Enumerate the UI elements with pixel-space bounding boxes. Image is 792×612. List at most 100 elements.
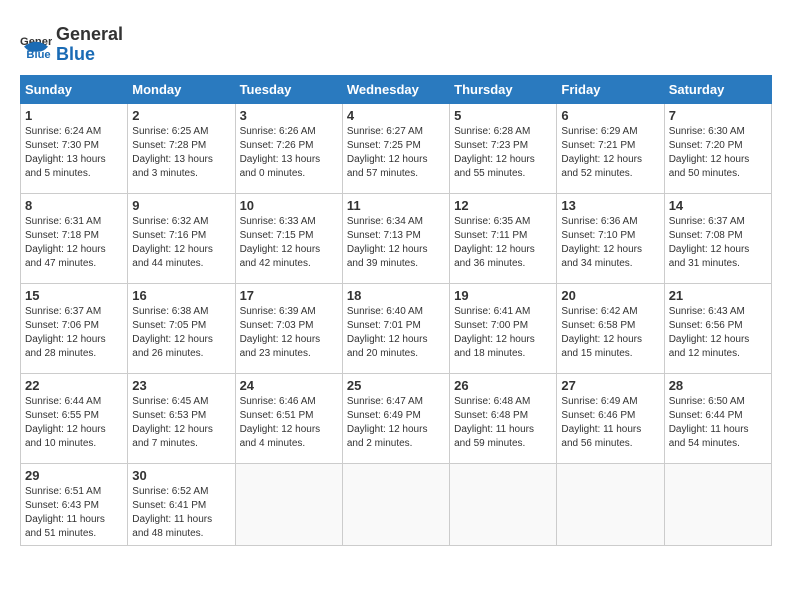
calendar-cell: 30 Sunrise: 6:52 AM Sunset: 6:41 PM Dayl… bbox=[128, 463, 235, 545]
calendar-cell: 11 Sunrise: 6:34 AM Sunset: 7:13 PM Dayl… bbox=[342, 193, 449, 283]
calendar-cell: 17 Sunrise: 6:39 AM Sunset: 7:03 PM Dayl… bbox=[235, 283, 342, 373]
day-number: 16 bbox=[132, 288, 230, 303]
calendar-cell: 2 Sunrise: 6:25 AM Sunset: 7:28 PM Dayli… bbox=[128, 103, 235, 193]
day-number: 20 bbox=[561, 288, 659, 303]
calendar-cell: 14 Sunrise: 6:37 AM Sunset: 7:08 PM Dayl… bbox=[664, 193, 771, 283]
day-info: Sunrise: 6:37 AM Sunset: 7:08 PM Dayligh… bbox=[669, 215, 767, 271]
day-header-tuesday: Tuesday bbox=[235, 75, 342, 103]
calendar-cell: 13 Sunrise: 6:36 AM Sunset: 7:10 PM Dayl… bbox=[557, 193, 664, 283]
calendar-week-2: 15 Sunrise: 6:37 AM Sunset: 7:06 PM Dayl… bbox=[21, 283, 772, 373]
calendar-cell: 24 Sunrise: 6:46 AM Sunset: 6:51 PM Dayl… bbox=[235, 373, 342, 463]
calendar-cell: 4 Sunrise: 6:27 AM Sunset: 7:25 PM Dayli… bbox=[342, 103, 449, 193]
calendar-week-1: 8 Sunrise: 6:31 AM Sunset: 7:18 PM Dayli… bbox=[21, 193, 772, 283]
day-info: Sunrise: 6:38 AM Sunset: 7:05 PM Dayligh… bbox=[132, 305, 230, 361]
calendar-cell: 26 Sunrise: 6:48 AM Sunset: 6:48 PM Dayl… bbox=[450, 373, 557, 463]
day-number: 13 bbox=[561, 198, 659, 213]
day-header-thursday: Thursday bbox=[450, 75, 557, 103]
calendar-cell: 27 Sunrise: 6:49 AM Sunset: 6:46 PM Dayl… bbox=[557, 373, 664, 463]
calendar-cell: 23 Sunrise: 6:45 AM Sunset: 6:53 PM Dayl… bbox=[128, 373, 235, 463]
day-number: 18 bbox=[347, 288, 445, 303]
day-info: Sunrise: 6:44 AM Sunset: 6:55 PM Dayligh… bbox=[25, 395, 123, 451]
calendar-cell: 19 Sunrise: 6:41 AM Sunset: 7:00 PM Dayl… bbox=[450, 283, 557, 373]
svg-text:Blue: Blue bbox=[26, 49, 50, 61]
day-header-wednesday: Wednesday bbox=[342, 75, 449, 103]
day-number: 5 bbox=[454, 108, 552, 123]
day-info: Sunrise: 6:48 AM Sunset: 6:48 PM Dayligh… bbox=[454, 395, 552, 451]
day-info: Sunrise: 6:27 AM Sunset: 7:25 PM Dayligh… bbox=[347, 125, 445, 181]
day-info: Sunrise: 6:40 AM Sunset: 7:01 PM Dayligh… bbox=[347, 305, 445, 361]
day-number: 30 bbox=[132, 468, 230, 483]
calendar-cell bbox=[664, 463, 771, 545]
day-header-monday: Monday bbox=[128, 75, 235, 103]
day-number: 1 bbox=[25, 108, 123, 123]
day-number: 29 bbox=[25, 468, 123, 483]
calendar-cell: 1 Sunrise: 6:24 AM Sunset: 7:30 PM Dayli… bbox=[21, 103, 128, 193]
day-number: 22 bbox=[25, 378, 123, 393]
calendar-cell: 6 Sunrise: 6:29 AM Sunset: 7:21 PM Dayli… bbox=[557, 103, 664, 193]
calendar-cell: 25 Sunrise: 6:47 AM Sunset: 6:49 PM Dayl… bbox=[342, 373, 449, 463]
day-number: 7 bbox=[669, 108, 767, 123]
day-number: 3 bbox=[240, 108, 338, 123]
day-header-friday: Friday bbox=[557, 75, 664, 103]
day-number: 15 bbox=[25, 288, 123, 303]
day-number: 8 bbox=[25, 198, 123, 213]
day-number: 9 bbox=[132, 198, 230, 213]
day-info: Sunrise: 6:33 AM Sunset: 7:15 PM Dayligh… bbox=[240, 215, 338, 271]
calendar-header-row: SundayMondayTuesdayWednesdayThursdayFrid… bbox=[21, 75, 772, 103]
day-number: 12 bbox=[454, 198, 552, 213]
logo-text: General Blue bbox=[56, 25, 123, 65]
day-info: Sunrise: 6:35 AM Sunset: 7:11 PM Dayligh… bbox=[454, 215, 552, 271]
calendar-cell: 3 Sunrise: 6:26 AM Sunset: 7:26 PM Dayli… bbox=[235, 103, 342, 193]
calendar-cell: 22 Sunrise: 6:44 AM Sunset: 6:55 PM Dayl… bbox=[21, 373, 128, 463]
calendar-cell: 5 Sunrise: 6:28 AM Sunset: 7:23 PM Dayli… bbox=[450, 103, 557, 193]
day-info: Sunrise: 6:25 AM Sunset: 7:28 PM Dayligh… bbox=[132, 125, 230, 181]
calendar-cell: 28 Sunrise: 6:50 AM Sunset: 6:44 PM Dayl… bbox=[664, 373, 771, 463]
day-info: Sunrise: 6:41 AM Sunset: 7:00 PM Dayligh… bbox=[454, 305, 552, 361]
day-number: 6 bbox=[561, 108, 659, 123]
day-info: Sunrise: 6:52 AM Sunset: 6:41 PM Dayligh… bbox=[132, 485, 230, 541]
page-header: General Blue General Blue bbox=[20, 20, 772, 65]
calendar-cell bbox=[557, 463, 664, 545]
day-number: 4 bbox=[347, 108, 445, 123]
day-header-saturday: Saturday bbox=[664, 75, 771, 103]
day-number: 24 bbox=[240, 378, 338, 393]
calendar-week-0: 1 Sunrise: 6:24 AM Sunset: 7:30 PM Dayli… bbox=[21, 103, 772, 193]
day-number: 21 bbox=[669, 288, 767, 303]
day-number: 23 bbox=[132, 378, 230, 393]
day-info: Sunrise: 6:47 AM Sunset: 6:49 PM Dayligh… bbox=[347, 395, 445, 451]
day-number: 26 bbox=[454, 378, 552, 393]
logo-icon: General Blue bbox=[20, 29, 52, 61]
day-info: Sunrise: 6:36 AM Sunset: 7:10 PM Dayligh… bbox=[561, 215, 659, 271]
day-number: 14 bbox=[669, 198, 767, 213]
calendar-cell: 20 Sunrise: 6:42 AM Sunset: 6:58 PM Dayl… bbox=[557, 283, 664, 373]
calendar-cell bbox=[235, 463, 342, 545]
day-number: 27 bbox=[561, 378, 659, 393]
day-info: Sunrise: 6:26 AM Sunset: 7:26 PM Dayligh… bbox=[240, 125, 338, 181]
day-info: Sunrise: 6:51 AM Sunset: 6:43 PM Dayligh… bbox=[25, 485, 123, 541]
day-info: Sunrise: 6:46 AM Sunset: 6:51 PM Dayligh… bbox=[240, 395, 338, 451]
calendar-cell: 29 Sunrise: 6:51 AM Sunset: 6:43 PM Dayl… bbox=[21, 463, 128, 545]
calendar-table: SundayMondayTuesdayWednesdayThursdayFrid… bbox=[20, 75, 772, 546]
calendar-cell bbox=[342, 463, 449, 545]
calendar-cell: 21 Sunrise: 6:43 AM Sunset: 6:56 PM Dayl… bbox=[664, 283, 771, 373]
calendar-cell: 15 Sunrise: 6:37 AM Sunset: 7:06 PM Dayl… bbox=[21, 283, 128, 373]
calendar-week-4: 29 Sunrise: 6:51 AM Sunset: 6:43 PM Dayl… bbox=[21, 463, 772, 545]
day-number: 11 bbox=[347, 198, 445, 213]
calendar-week-3: 22 Sunrise: 6:44 AM Sunset: 6:55 PM Dayl… bbox=[21, 373, 772, 463]
day-header-sunday: Sunday bbox=[21, 75, 128, 103]
day-info: Sunrise: 6:28 AM Sunset: 7:23 PM Dayligh… bbox=[454, 125, 552, 181]
calendar-cell: 12 Sunrise: 6:35 AM Sunset: 7:11 PM Dayl… bbox=[450, 193, 557, 283]
day-info: Sunrise: 6:43 AM Sunset: 6:56 PM Dayligh… bbox=[669, 305, 767, 361]
day-info: Sunrise: 6:49 AM Sunset: 6:46 PM Dayligh… bbox=[561, 395, 659, 451]
day-number: 10 bbox=[240, 198, 338, 213]
day-info: Sunrise: 6:34 AM Sunset: 7:13 PM Dayligh… bbox=[347, 215, 445, 271]
day-number: 2 bbox=[132, 108, 230, 123]
day-number: 19 bbox=[454, 288, 552, 303]
day-number: 28 bbox=[669, 378, 767, 393]
day-info: Sunrise: 6:30 AM Sunset: 7:20 PM Dayligh… bbox=[669, 125, 767, 181]
day-info: Sunrise: 6:39 AM Sunset: 7:03 PM Dayligh… bbox=[240, 305, 338, 361]
calendar-cell: 8 Sunrise: 6:31 AM Sunset: 7:18 PM Dayli… bbox=[21, 193, 128, 283]
day-number: 17 bbox=[240, 288, 338, 303]
day-number: 25 bbox=[347, 378, 445, 393]
calendar-cell bbox=[450, 463, 557, 545]
